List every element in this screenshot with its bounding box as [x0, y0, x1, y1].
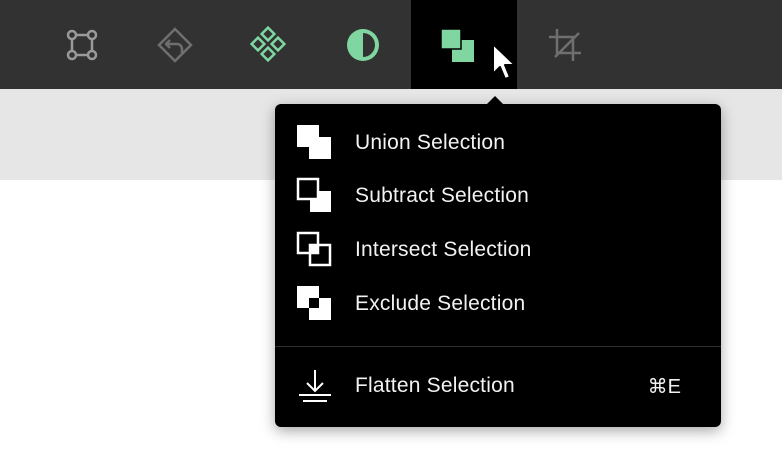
components-tool[interactable] — [237, 0, 301, 89]
contrast-icon — [347, 28, 379, 61]
union-selection-icon — [295, 123, 335, 163]
components-icon — [249, 25, 287, 62]
menu-item-intersect-selection[interactable]: Intersect Selection — [275, 225, 721, 275]
menu-item-label: Subtract Selection — [355, 184, 530, 207]
menu-item-exclude-selection[interactable]: Exclude Selection — [275, 279, 721, 329]
keyboard-shortcut: ⌘E — [647, 375, 681, 398]
menu-item-subtract-selection[interactable]: Subtract Selection — [275, 171, 721, 221]
menu-item-label: Flatten Selection — [355, 374, 515, 397]
undo-tool[interactable] — [143, 0, 207, 89]
menu-item-flatten-selection[interactable]: Flatten Selection ⌘E — [275, 361, 721, 411]
menu-item-union-selection[interactable]: Union Selection — [275, 118, 721, 168]
flatten-icon — [295, 366, 335, 406]
menu-item-label: Intersect Selection — [355, 238, 532, 261]
crop-tool[interactable] — [533, 0, 597, 89]
undo-arrow-icon — [157, 26, 193, 63]
toolbar — [0, 0, 782, 89]
boolean-selection-menu: Union Selection Subtract Selection Inter… — [275, 104, 721, 427]
union-selection-icon — [440, 27, 474, 62]
exclude-selection-icon — [295, 284, 335, 324]
subtract-selection-icon — [295, 176, 335, 216]
intersect-selection-icon — [295, 230, 335, 270]
menu-separator — [275, 346, 721, 347]
contrast-tool[interactable] — [331, 0, 395, 89]
transform-icon — [66, 29, 98, 60]
transform-tool[interactable] — [50, 0, 114, 89]
menu-item-label: Exclude Selection — [355, 292, 526, 315]
mouse-cursor-icon — [492, 43, 516, 80]
crop-icon — [549, 28, 581, 61]
menu-item-label: Union Selection — [355, 131, 506, 154]
